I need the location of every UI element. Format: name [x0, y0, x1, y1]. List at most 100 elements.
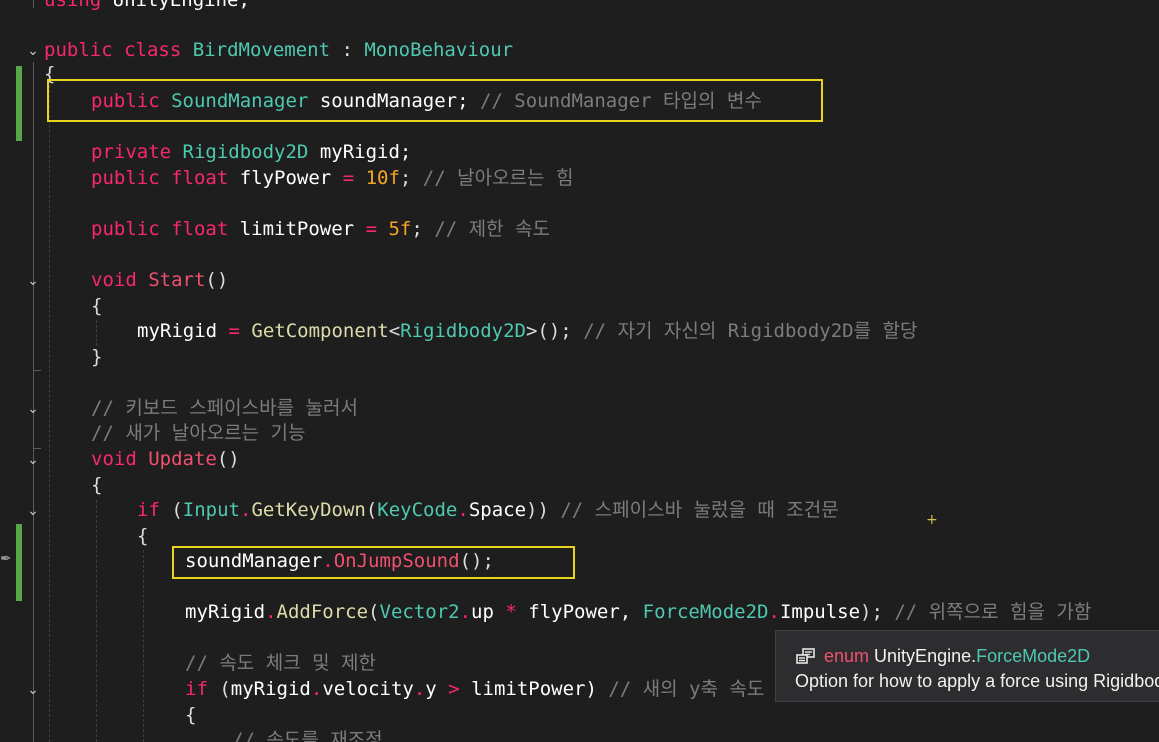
brace: } [91, 346, 103, 368]
punctuation: >(); [525, 320, 572, 342]
identifier: Impulse [779, 601, 861, 623]
type-name: Vector2 [379, 601, 460, 623]
identifier: myRigid [137, 320, 229, 342]
chevron-down-icon[interactable]: ⌄ [25, 43, 41, 59]
edit-hint-icon[interactable]: ✒ [0, 549, 12, 569]
brace: { [91, 295, 103, 317]
code-line: // 키보드 스페이스바를 눌러서 [91, 396, 358, 421]
chevron-down-icon[interactable]: ⌄ [25, 401, 41, 417]
method-name: Update [136, 448, 217, 470]
keyword: if [185, 678, 208, 700]
identifier: UnityEngine; [101, 0, 250, 11]
comment: // 날아오르는 힘 [411, 167, 574, 189]
type-name: Input [182, 499, 240, 521]
code-line: { [91, 294, 102, 319]
code-line: myRigid = GetComponent<Rigidbody2D>(); /… [137, 319, 918, 344]
brace: { [91, 474, 103, 496]
change-indicator [16, 524, 22, 601]
code-line: { [137, 524, 148, 549]
identifier: flyPower [228, 167, 343, 189]
fold-region-end [33, 448, 41, 449]
comment: // 속도를 재조정 [232, 729, 383, 742]
brace: { [185, 704, 197, 726]
code-line: public class BirdMovement : MonoBehaviou… [44, 38, 513, 63]
identifier: up [471, 601, 494, 623]
keyword: public [91, 218, 160, 240]
chevron-down-icon[interactable]: ⌄ [25, 503, 41, 519]
indent-guide [96, 500, 97, 742]
type-name: Rigidbody2D [400, 320, 526, 342]
punctuation: ( [207, 678, 231, 700]
keyword: if [137, 499, 160, 521]
fold-region-line [33, 420, 34, 448]
identifier: myRigid [185, 601, 266, 623]
punctuation: ( [365, 499, 378, 521]
chevron-down-icon[interactable]: ⌄ [25, 452, 41, 468]
class-name: BirdMovement [192, 39, 331, 61]
identifier: velocity [322, 678, 414, 700]
code-line: void Start() [91, 268, 228, 293]
code-line: public float flyPower = 10f; // 날아오르는 힘 [91, 166, 573, 191]
code-line: } [91, 345, 102, 370]
keyword: float [171, 167, 229, 189]
punctuation: : [330, 39, 365, 61]
indent-guide [143, 550, 144, 742]
punctuation: () [205, 269, 229, 291]
enum-icon [796, 648, 815, 664]
operator: . [413, 678, 426, 700]
code-line: // 속도를 재조정 [232, 728, 383, 742]
code-line: { [185, 703, 196, 728]
method-name: Start [136, 269, 206, 291]
highlight-box [172, 546, 575, 579]
quick-info-tooltip: enum UnityEngine.ForceMode2D Option for … [775, 630, 1159, 702]
code-line: void Update() [91, 447, 240, 472]
operator: = [365, 218, 378, 240]
punctuation: < [388, 320, 401, 342]
chevron-down-icon[interactable]: ⌄ [25, 273, 41, 289]
keyword: void [91, 269, 137, 291]
keyword: public [44, 39, 113, 61]
code-editor[interactable]: ⌄ ⌄ ⌄ ⌄ ⌄ ⌄ ✒ using UnityEngine; public … [0, 0, 1159, 742]
identifier: myRigid; [308, 141, 412, 163]
operator: > [436, 678, 460, 700]
method-call: GetComponent [239, 320, 389, 342]
code-line: { [91, 473, 102, 498]
comment: // 위쪽으로 힘을 가함 [882, 601, 1092, 623]
identifier: y [425, 678, 437, 700]
operator: = [342, 167, 355, 189]
keyword: public [91, 167, 160, 189]
code-line: if (myRigid.velocity.y > limitPower) // … [185, 677, 764, 702]
punctuation: ( [159, 499, 183, 521]
fold-region-line [33, 0, 34, 8]
method-call: AddForce [276, 601, 369, 623]
identifier: myRigid [230, 678, 311, 700]
operator: . [459, 601, 472, 623]
fold-region-end [33, 370, 41, 371]
identifier: limitPower) [459, 678, 597, 700]
number-literal: 10f [354, 167, 400, 189]
punctuation: )) [526, 499, 549, 521]
punctuation: ); [860, 601, 883, 623]
highlight-box [47, 79, 823, 122]
type-name: Rigidbody2D [182, 141, 309, 163]
operator: . [239, 499, 252, 521]
keyword: void [91, 448, 137, 470]
type-name: ForceMode2D [642, 601, 769, 623]
base-class-name: MonoBehaviour [364, 39, 514, 61]
tooltip-namespace: UnityEngine. [874, 646, 977, 666]
indent-guide [49, 80, 50, 742]
code-line: public float limitPower = 5f; // 제한 속도 [91, 217, 550, 242]
fold-region-line [33, 292, 34, 370]
operator: . [457, 499, 469, 521]
comment: // 스페이스바 눌렀을 때 조건문 [548, 499, 839, 521]
punctuation: ( [368, 601, 380, 623]
operator: * [493, 601, 517, 623]
tooltip-type-name: ForceMode2D [976, 646, 1091, 666]
indent-guide [96, 320, 97, 346]
code-line: // 속도 체크 및 제한 [185, 651, 376, 676]
keyword: float [171, 218, 229, 240]
tooltip-kind: enum [824, 646, 870, 666]
tooltip-signature: enum UnityEngine.ForceMode2D [796, 645, 1090, 667]
punctuation: () [216, 448, 240, 470]
chevron-down-icon[interactable]: ⌄ [25, 682, 41, 698]
